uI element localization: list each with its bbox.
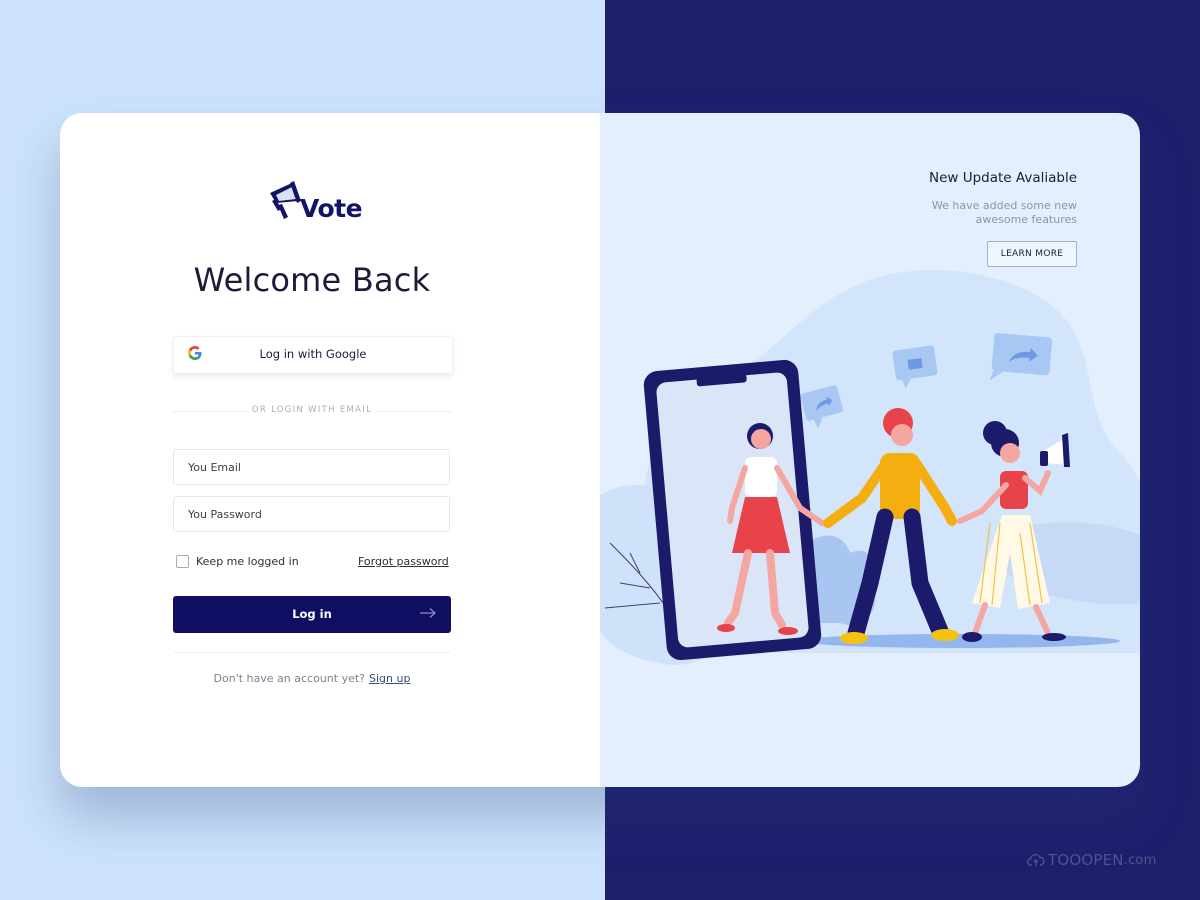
signup-row: Don't have an account yet? Sign up	[60, 672, 564, 685]
checkbox-box[interactable]	[176, 555, 189, 568]
learn-more-button[interactable]: LEARN MORE	[987, 241, 1077, 267]
or-divider: OR LOGIN WITH EMAIL	[173, 405, 451, 415]
email-input[interactable]	[173, 449, 450, 485]
divider-text: OR LOGIN WITH EMAIL	[251, 405, 373, 415]
cloud-upload-icon	[1027, 853, 1045, 866]
watermark-suffix: .com	[1123, 852, 1157, 868]
login-button-label: Log in	[292, 607, 332, 621]
separator	[173, 652, 451, 653]
signup-prompt: Don't have an account yet?	[213, 672, 365, 685]
login-card: Vote Welcome Back Log in with Google OR …	[60, 113, 1140, 787]
google-login-label: Log in with Google	[259, 347, 367, 361]
forgot-password-link[interactable]: Forgot password	[358, 555, 449, 568]
brand-name: Vote	[300, 194, 363, 223]
watermark-text: TOOOPEN	[1048, 851, 1124, 869]
megaphone-icon	[270, 181, 301, 219]
brand-logo: Vote	[268, 179, 363, 223]
signup-link[interactable]: Sign up	[369, 672, 410, 685]
password-input[interactable]	[173, 496, 450, 532]
keep-logged-in-checkbox[interactable]: Keep me logged in	[176, 555, 299, 568]
update-notice: New Update Avaliable We have added some …	[917, 170, 1077, 267]
promo-panel: New Update Avaliable We have added some …	[600, 113, 1140, 787]
watermark: TOOOPEN .com	[1027, 851, 1156, 869]
update-description: We have added some new awesome features	[931, 199, 1077, 226]
keep-logged-in-label: Keep me logged in	[196, 555, 299, 568]
google-login-button[interactable]: Log in with Google	[173, 336, 453, 374]
update-title: New Update Avaliable	[928, 170, 1077, 186]
divider-line	[375, 411, 451, 412]
login-button[interactable]: Log in	[173, 596, 451, 633]
login-panel: Vote Welcome Back Log in with Google OR …	[60, 113, 600, 787]
arrow-right-icon	[420, 608, 436, 618]
page-title: Welcome Back	[193, 261, 431, 299]
